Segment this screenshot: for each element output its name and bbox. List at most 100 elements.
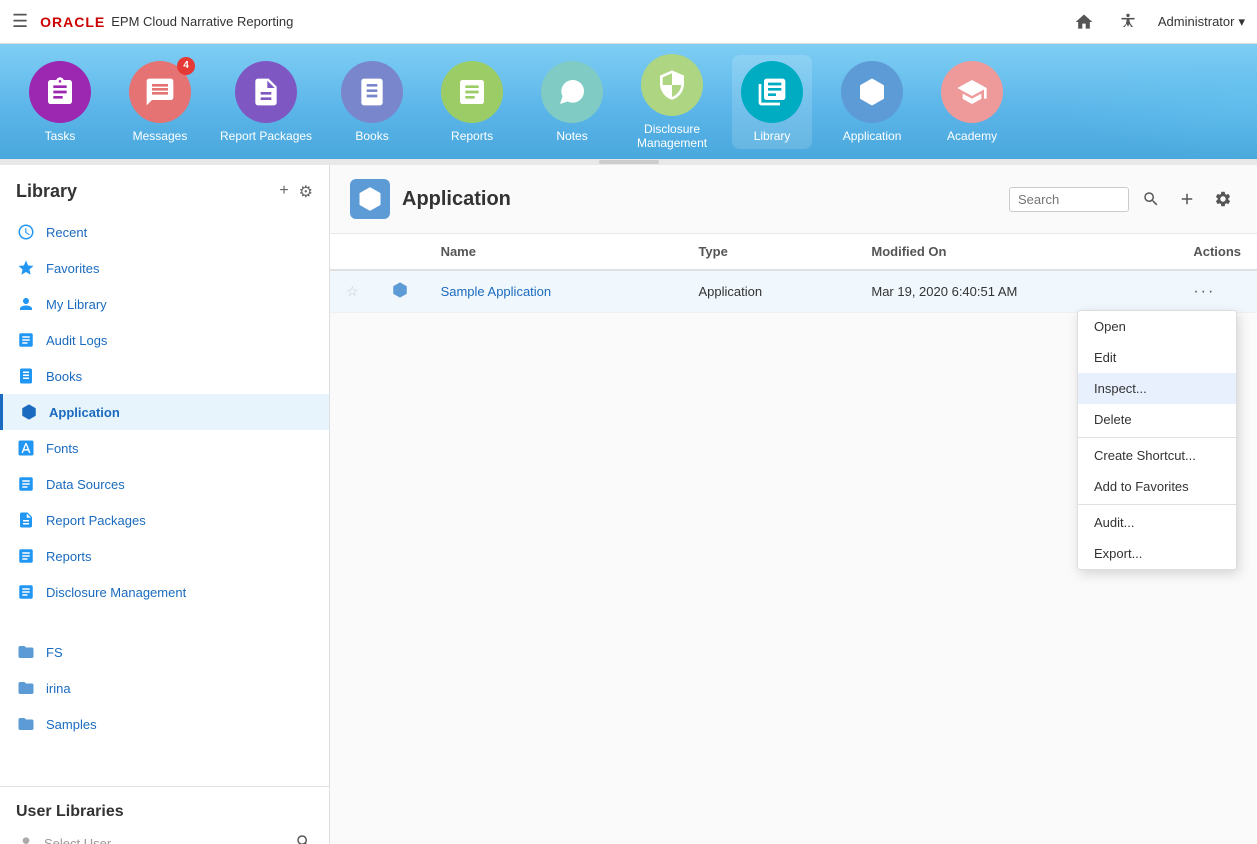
- context-menu-add-favorites[interactable]: Add to Favorites: [1078, 471, 1236, 502]
- report-packages-icon: [235, 61, 297, 123]
- sidebar-folder-fs[interactable]: FS: [0, 634, 329, 670]
- sidebar-item-my-library-label: My Library: [46, 297, 107, 312]
- row-icon-cell: [375, 270, 425, 313]
- context-menu-audit[interactable]: Audit...: [1078, 507, 1236, 538]
- person-icon: [16, 294, 36, 314]
- sidebar-item-fonts[interactable]: Fonts: [0, 430, 329, 466]
- content-app-icon: [350, 179, 390, 219]
- audit-icon: [16, 330, 36, 350]
- add-button[interactable]: [1173, 185, 1201, 213]
- col-type-header: Type: [682, 234, 855, 270]
- sidebar-item-application-label: Application: [49, 405, 120, 420]
- disclosure-label: Disclosure Management: [632, 122, 712, 150]
- col-actions-header: Actions: [1177, 234, 1257, 270]
- nav-divider-line: [599, 160, 659, 164]
- sample-application-link[interactable]: Sample Application: [441, 284, 667, 299]
- sidebar-item-recent[interactable]: Recent: [0, 214, 329, 250]
- nav-item-library[interactable]: Library: [732, 55, 812, 149]
- row-app-icon: [391, 281, 409, 299]
- user-circle-icon: [16, 834, 36, 844]
- sidebar-item-report-packages[interactable]: Report Packages: [0, 502, 329, 538]
- sidebar-add-button[interactable]: +: [279, 182, 288, 202]
- col-star: [330, 234, 375, 270]
- nav-item-application[interactable]: Application: [832, 61, 912, 143]
- sidebar-item-disclosure-mgmt-label: Disclosure Management: [46, 585, 186, 600]
- sidebar-item-books-label: Books: [46, 369, 82, 384]
- select-user-area[interactable]: Select User: [16, 834, 287, 844]
- context-menu-create-shortcut[interactable]: Create Shortcut...: [1078, 440, 1236, 471]
- notes-icon: [541, 61, 603, 123]
- context-menu-inspect[interactable]: Inspect...: [1078, 373, 1236, 404]
- sidebar-item-data-sources[interactable]: Data Sources: [0, 466, 329, 502]
- star-icon: [16, 258, 36, 278]
- context-menu-divider-1: [1078, 437, 1236, 438]
- nav-item-tasks[interactable]: Tasks: [20, 61, 100, 143]
- accessibility-button[interactable]: [1114, 8, 1142, 36]
- topbar-right: Administrator ▾: [1070, 8, 1245, 36]
- sidebar-item-audit-logs[interactable]: Audit Logs: [0, 322, 329, 358]
- context-menu: Open Edit Inspect... Delete Create Short…: [1077, 310, 1237, 570]
- sidebar-item-books[interactable]: Books: [0, 358, 329, 394]
- nav-item-notes[interactable]: Notes: [532, 61, 612, 143]
- sidebar-item-application[interactable]: Application: [0, 394, 329, 430]
- context-menu-export[interactable]: Export...: [1078, 538, 1236, 569]
- nav-item-messages[interactable]: 4 Messages: [120, 61, 200, 143]
- row-modified-cell: Mar 19, 2020 6:40:51 AM: [855, 270, 1177, 313]
- sidebar-folder-irina-label: irina: [46, 681, 71, 696]
- user-libraries-title: User Libraries: [16, 803, 313, 821]
- nav-item-books[interactable]: Books: [332, 61, 412, 143]
- oracle-logo-text: ORACLE: [40, 14, 105, 30]
- reports-icon: [441, 61, 503, 123]
- app-name: EPM Cloud Narrative Reporting: [111, 14, 293, 29]
- star-toggle[interactable]: ☆: [346, 283, 359, 299]
- application-icon: [841, 61, 903, 123]
- search-input[interactable]: [1009, 187, 1129, 212]
- col-modified-header: Modified On: [855, 234, 1177, 270]
- search-button[interactable]: [1137, 185, 1165, 213]
- user-menu[interactable]: Administrator ▾: [1158, 14, 1245, 30]
- sidebar-item-report-packages-label: Report Packages: [46, 513, 146, 528]
- sidebar-folder-samples[interactable]: Samples: [0, 706, 329, 742]
- sidebar-item-favorites[interactable]: Favorites: [0, 250, 329, 286]
- sidebar-item-reports[interactable]: Reports: [0, 538, 329, 574]
- context-menu-edit[interactable]: Edit: [1078, 342, 1236, 373]
- folder-icon-samples: [16, 714, 36, 734]
- user-search-icon[interactable]: [295, 833, 313, 844]
- nav-item-reports[interactable]: Reports: [432, 61, 512, 143]
- messages-badge: 4: [177, 57, 195, 75]
- sidebar-header-icons: + ⚙: [279, 182, 313, 202]
- sidebar-settings-button[interactable]: ⚙: [299, 182, 313, 202]
- menu-icon[interactable]: ☰: [12, 11, 28, 32]
- user-name: Administrator: [1158, 14, 1235, 29]
- nav-item-academy[interactable]: Academy: [932, 61, 1012, 143]
- reports-label: Reports: [451, 129, 493, 143]
- tasks-icon: [29, 61, 91, 123]
- sidebar-item-recent-label: Recent: [46, 225, 87, 240]
- col-type-icon: [375, 234, 425, 270]
- reports-nav-icon: [16, 546, 36, 566]
- context-menu-delete[interactable]: Delete: [1078, 404, 1236, 435]
- actions-menu-button[interactable]: ···: [1193, 283, 1215, 300]
- nav-item-disclosure[interactable]: Disclosure Management: [632, 54, 712, 150]
- content-area: Application: [330, 165, 1257, 844]
- library-label: Library: [754, 129, 791, 143]
- sidebar-item-my-library[interactable]: My Library: [0, 286, 329, 322]
- select-user-placeholder: Select User: [44, 836, 111, 844]
- sidebar-item-audit-logs-label: Audit Logs: [46, 333, 107, 348]
- context-menu-open[interactable]: Open: [1078, 311, 1236, 342]
- sidebar-folders: FS irina Samples: [0, 630, 329, 746]
- star-cell[interactable]: ☆: [330, 270, 375, 313]
- row-actions-cell: ···: [1177, 270, 1257, 313]
- sidebar-item-disclosure-mgmt[interactable]: Disclosure Management: [0, 574, 329, 610]
- home-button[interactable]: [1070, 8, 1098, 36]
- sidebar-item-data-sources-label: Data Sources: [46, 477, 125, 492]
- row-type-cell: Application: [682, 270, 855, 313]
- application-label: Application: [843, 129, 902, 143]
- user-libraries-search: Select User: [16, 833, 313, 844]
- settings-button[interactable]: [1209, 185, 1237, 213]
- sidebar-folder-irina[interactable]: irina: [0, 670, 329, 706]
- user-dropdown-icon: ▾: [1238, 14, 1245, 30]
- nav-item-report-packages[interactable]: Report Packages: [220, 61, 312, 143]
- sidebar-folder-fs-label: FS: [46, 645, 63, 660]
- content-header-actions: [1009, 185, 1237, 213]
